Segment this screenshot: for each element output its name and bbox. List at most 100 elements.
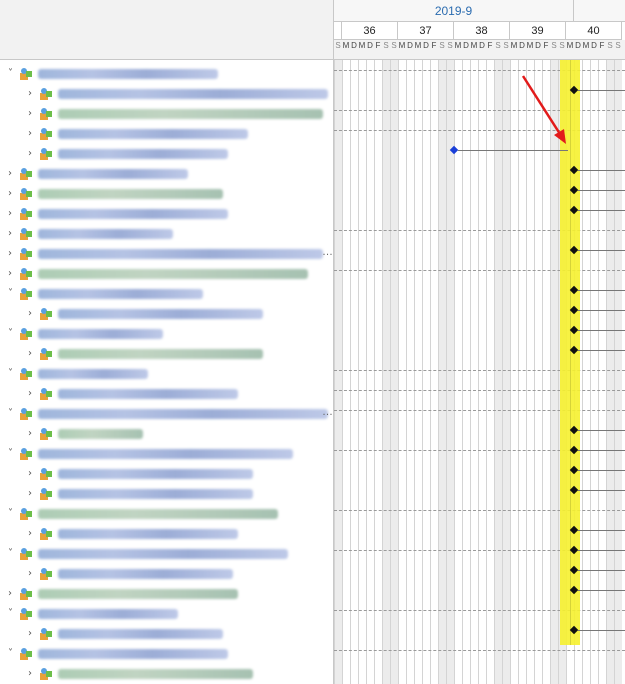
tree-row[interactable]: ›	[0, 184, 333, 204]
chevron-down-icon[interactable]: ˅	[8, 609, 18, 619]
chevron-right-icon[interactable]: ›	[28, 429, 38, 439]
truncation-ellipsis: …	[322, 406, 333, 418]
task-name-blurred	[58, 349, 263, 359]
chevron-right-icon[interactable]: ›	[28, 89, 38, 99]
task-group-icon	[40, 428, 52, 440]
chevron-right-icon[interactable]: ›	[28, 349, 38, 359]
chevron-right-icon[interactable]: ›	[8, 589, 18, 599]
tree-row[interactable]: ˅	[0, 504, 333, 524]
tree-row[interactable]: ›	[0, 624, 333, 644]
chevron-right-icon[interactable]: ›	[28, 109, 38, 119]
tree-row[interactable]: ›…	[0, 244, 333, 264]
tree-row[interactable]: ›	[0, 584, 333, 604]
task-group-icon	[40, 628, 52, 640]
tree-row[interactable]: ›	[0, 124, 333, 144]
task-group-icon	[40, 148, 52, 160]
chevron-down-icon[interactable]: ˅	[8, 329, 18, 339]
task-name-blurred	[38, 329, 163, 339]
task-name-blurred	[58, 389, 238, 399]
tree-row[interactable]: ›	[0, 304, 333, 324]
task-tree-header	[0, 0, 333, 60]
task-group-icon	[20, 328, 32, 340]
tree-row[interactable]: ˅	[0, 444, 333, 464]
tree-row[interactable]: ›	[0, 204, 333, 224]
task-group-icon	[40, 388, 52, 400]
chevron-right-icon[interactable]: ›	[8, 189, 18, 199]
chevron-down-icon[interactable]: ˅	[8, 449, 18, 459]
tree-row[interactable]: ˅…	[0, 404, 333, 424]
tree-row[interactable]: ˅	[0, 64, 333, 84]
task-group-icon	[20, 588, 32, 600]
chevron-right-icon[interactable]: ›	[28, 569, 38, 579]
tree-row[interactable]: ˅	[0, 324, 333, 344]
chevron-right-icon[interactable]: ›	[8, 169, 18, 179]
task-name-blurred	[38, 169, 188, 179]
chevron-right-icon[interactable]: ›	[28, 469, 38, 479]
task-group-icon	[40, 88, 52, 100]
tree-row[interactable]: ›	[0, 524, 333, 544]
tree-row[interactable]: ›	[0, 564, 333, 584]
task-name-blurred	[58, 469, 253, 479]
chevron-right-icon[interactable]: ›	[28, 489, 38, 499]
task-name-blurred	[58, 149, 228, 159]
task-name-blurred	[58, 569, 233, 579]
task-group-icon	[20, 288, 32, 300]
task-group-icon	[20, 228, 32, 240]
task-group-icon	[20, 268, 32, 280]
tree-row[interactable]: ›	[0, 484, 333, 504]
tree-row[interactable]: ˅	[0, 604, 333, 624]
task-name-blurred	[38, 549, 288, 559]
chevron-right-icon[interactable]: ›	[8, 229, 18, 239]
chevron-down-icon[interactable]: ˅	[8, 649, 18, 659]
tree-row[interactable]: ˅	[0, 364, 333, 384]
chevron-right-icon[interactable]: ›	[28, 149, 38, 159]
task-name-blurred	[58, 309, 263, 319]
tree-row[interactable]: ›	[0, 384, 333, 404]
tree-row[interactable]: ›	[0, 344, 333, 364]
chevron-down-icon[interactable]: ˅	[8, 289, 18, 299]
chevron-down-icon[interactable]: ˅	[8, 409, 18, 419]
chevron-right-icon[interactable]: ›	[8, 249, 18, 259]
task-group-icon	[40, 528, 52, 540]
tree-row[interactable]: ›	[0, 144, 333, 164]
task-name-blurred	[38, 69, 218, 79]
tree-row[interactable]: ˅	[0, 644, 333, 664]
task-name-blurred	[38, 369, 148, 379]
task-group-icon	[20, 448, 32, 460]
task-name-blurred	[58, 129, 248, 139]
tree-row[interactable]: ›	[0, 224, 333, 244]
tree-row[interactable]: ›	[0, 104, 333, 124]
task-name-blurred	[58, 629, 223, 639]
task-group-icon	[20, 68, 32, 80]
task-group-icon	[20, 188, 32, 200]
tree-row[interactable]: ›	[0, 164, 333, 184]
task-name-blurred	[38, 609, 178, 619]
chevron-right-icon[interactable]: ›	[8, 209, 18, 219]
tree-row[interactable]: ›	[0, 264, 333, 284]
chevron-right-icon[interactable]: ›	[28, 129, 38, 139]
task-name-blurred	[38, 229, 173, 239]
task-name-blurred	[58, 489, 253, 499]
chevron-right-icon[interactable]: ›	[28, 389, 38, 399]
tree-row[interactable]: ›	[0, 424, 333, 444]
tree-row[interactable]: ˅	[0, 284, 333, 304]
chevron-right-icon[interactable]: ›	[28, 629, 38, 639]
chevron-down-icon[interactable]: ˅	[8, 549, 18, 559]
tree-row[interactable]: ›	[0, 664, 333, 684]
chevron-down-icon[interactable]: ˅	[8, 69, 18, 79]
task-group-icon	[20, 168, 32, 180]
chevron-right-icon[interactable]: ›	[28, 669, 38, 679]
task-group-icon	[20, 608, 32, 620]
task-name-blurred	[38, 289, 203, 299]
chevron-right-icon[interactable]: ›	[8, 269, 18, 279]
chevron-down-icon[interactable]: ˅	[8, 509, 18, 519]
tree-row[interactable]: ›	[0, 84, 333, 104]
task-name-blurred	[38, 589, 238, 599]
task-name-blurred	[38, 649, 228, 659]
tree-row[interactable]: ›	[0, 464, 333, 484]
chevron-down-icon[interactable]: ˅	[8, 369, 18, 379]
tree-row[interactable]: ˅	[0, 544, 333, 564]
task-group-icon	[20, 208, 32, 220]
chevron-right-icon[interactable]: ›	[28, 309, 38, 319]
chevron-right-icon[interactable]: ›	[28, 529, 38, 539]
